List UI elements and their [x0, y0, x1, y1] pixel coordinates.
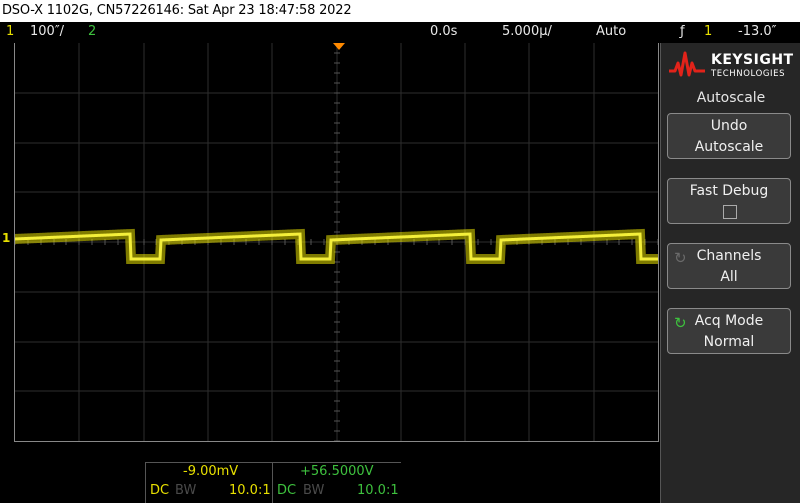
ch2-offset: +56.5000V [300, 464, 374, 479]
ch2-number[interactable]: 2 [88, 24, 96, 39]
ch1-number[interactable]: 1 [6, 24, 14, 39]
status-bar: 1 100″/ 2 0.0s 5.000µ/ Auto ƒ 1 -13.0″ [0, 22, 800, 42]
time-delay[interactable]: 0.0s [430, 24, 457, 39]
softkey-2-label: Fast Debug [689, 183, 769, 199]
trigger-position-marker[interactable] [333, 43, 345, 50]
keysight-logo: KEYSIGHT TECHNOLOGIES [667, 49, 797, 83]
fast-debug-toggle[interactable]: Fast Debug [667, 178, 791, 224]
trigger-edge-icon: ƒ [680, 24, 685, 39]
waveform-display[interactable] [14, 43, 659, 442]
softkey-3-label: Channels [696, 248, 762, 264]
softkey-1-label: Undo [710, 118, 748, 134]
softkey-panel: KEYSIGHT TECHNOLOGIES Autoscale Undo Aut… [660, 43, 800, 503]
title-bar: DSO-X 1102G, CN57226146: Sat Apr 23 18:4… [0, 0, 800, 22]
menu-title: Autoscale [696, 90, 766, 106]
ch1-scale[interactable]: 100″/ [30, 24, 64, 39]
ch1-ground-marker[interactable]: 1 [2, 231, 10, 245]
ch1-coupling: DC [150, 483, 170, 498]
ch1-bw-limit: BW [175, 483, 197, 498]
undo-autoscale-button[interactable]: Undo Autoscale [667, 113, 791, 159]
fast-debug-checkbox[interactable] [723, 205, 737, 219]
trigger-level[interactable]: -13.0″ [738, 24, 777, 39]
ch2-probe: 10.0:1 [357, 483, 399, 498]
softkey-4-value: Normal [703, 334, 755, 350]
title-text: DSO-X 1102G, CN57226146: Sat Apr 23 18:4… [2, 3, 352, 18]
trigger-mode[interactable]: Auto [596, 24, 626, 39]
softkey-3-value: All [720, 269, 738, 285]
ch1-probe: 10.0:1 [229, 483, 271, 498]
logo-subtitle: TECHNOLOGIES [711, 69, 786, 79]
time-scale[interactable]: 5.000µ/ [502, 24, 552, 39]
softkey-4-label: Acq Mode [694, 313, 764, 329]
softkey-1-value: Autoscale [694, 139, 764, 155]
ch1-offset: -9.00mV [183, 464, 239, 479]
acq-mode-button[interactable]: ↻ Acq Mode Normal [667, 308, 791, 354]
keysight-wave-icon [669, 51, 705, 77]
logo-brand: KEYSIGHT [711, 52, 794, 68]
channel-info-bar: -9.00mV +56.5000V DC BW 10.0:1 DC BW 10.… [0, 444, 660, 503]
channels-button[interactable]: ↻ Channels All [667, 243, 791, 289]
ch2-bw-limit: BW [303, 483, 325, 498]
ch2-coupling: DC [277, 483, 297, 498]
waveform-graticule [15, 43, 658, 441]
trigger-source[interactable]: 1 [704, 24, 712, 39]
